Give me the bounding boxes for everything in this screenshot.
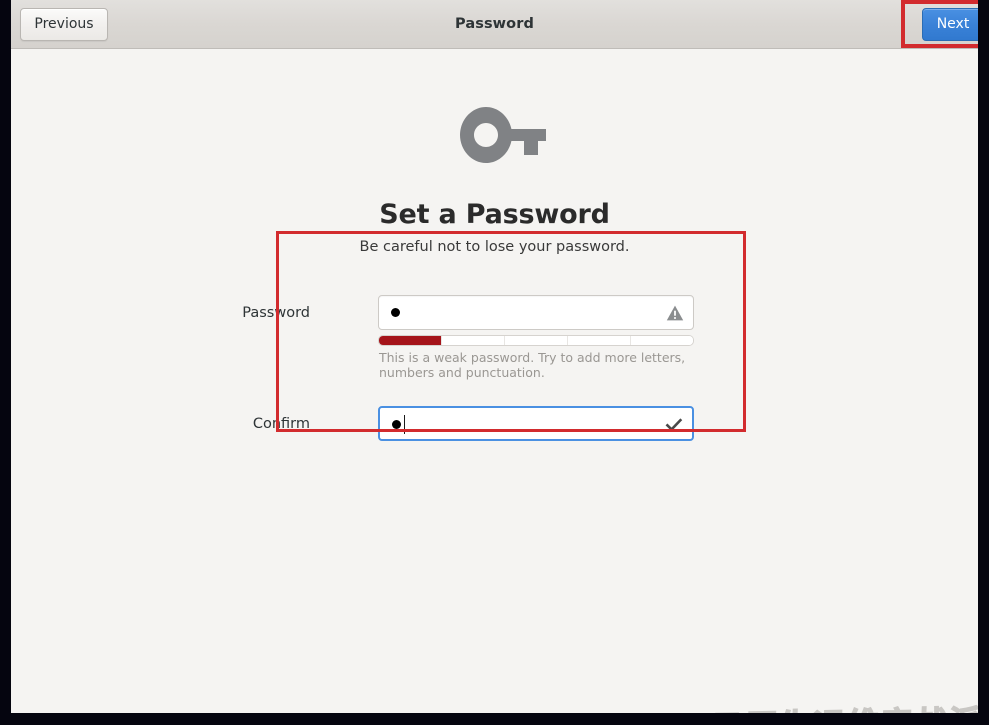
strength-segment [505,336,568,345]
header-bar: Password Previous Next [11,0,978,49]
page-title: Password [455,16,534,32]
checkmark-icon [665,416,683,434]
watermark: 云原生运维实战派 [709,696,978,713]
password-strength-meter [378,335,694,346]
page-heading: Set a Password [379,199,610,230]
confirm-password-input[interactable] [378,406,694,441]
password-strength-hint: This is a weak password. Try to add more… [379,350,686,380]
previous-button[interactable]: Previous [20,8,108,41]
next-button[interactable]: Next [922,8,978,41]
key-icon [458,105,548,165]
strength-segment [631,336,693,345]
confirm-masked-char [392,420,401,429]
screen: Password Previous Next Set a Password Be… [0,0,989,725]
password-field-label: Password [242,305,310,321]
strength-segment [442,336,505,345]
confirm-field-label: Confirm [252,416,310,432]
strength-segment [379,336,442,345]
installer-window: Password Previous Next Set a Password Be… [11,0,978,713]
password-masked-char [391,308,400,317]
text-caret [404,415,405,434]
password-input[interactable] [378,295,694,330]
content-area: Set a Password Be careful not to lose yo… [11,49,978,713]
warning-triangle-icon [666,304,684,322]
strength-segment [568,336,631,345]
page-subheading: Be careful not to lose your password. [359,239,630,255]
